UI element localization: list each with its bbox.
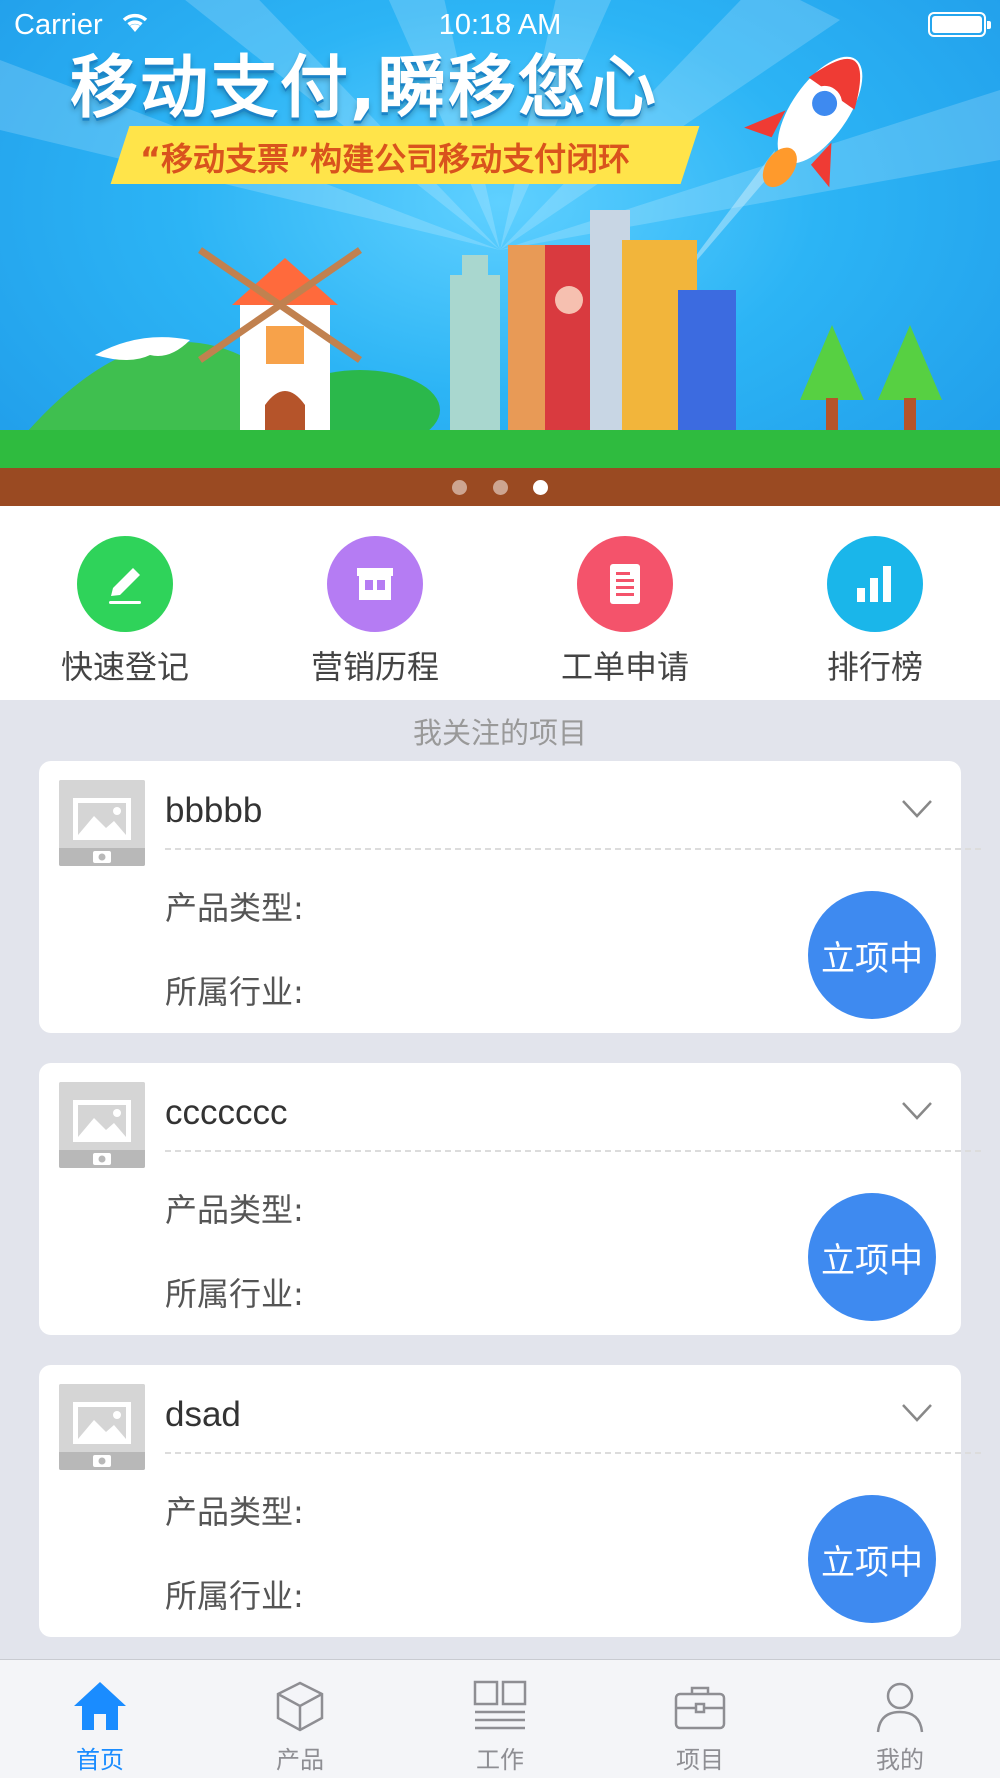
- briefcase-icon: [674, 1686, 726, 1730]
- quick-action-ranking[interactable]: 排行榜: [775, 536, 975, 688]
- tab-label: 项目: [676, 1746, 724, 1774]
- tab-projects[interactable]: 项目: [600, 1678, 800, 1775]
- status-badge: 立项中: [808, 1193, 936, 1321]
- battery-icon: [928, 12, 991, 37]
- promo-banner[interactable]: Carrier 10:18 AM 移动支付,瞬移您心 “移动支票”构建公司移动支…: [0, 0, 1000, 506]
- tab-label: 产品: [276, 1746, 324, 1774]
- person-icon: [876, 1682, 924, 1733]
- product-type-label: 产品类型:: [165, 889, 304, 927]
- tab-work[interactable]: 工作: [400, 1678, 600, 1775]
- image-placeholder-icon: [59, 1384, 145, 1470]
- chevron-down-icon[interactable]: [901, 799, 933, 819]
- tab-bar: 首页 产品 工作 项目 我的: [0, 1659, 1000, 1778]
- quick-action-label: 营销历程: [310, 648, 439, 686]
- grid-icon: [473, 1680, 527, 1730]
- product-type-label: 产品类型:: [165, 1493, 304, 1531]
- project-name: dsad: [165, 1395, 241, 1434]
- industry-label: 所属行业:: [165, 1577, 304, 1615]
- project-card[interactable]: bbbbb 产品类型: 所属行业: 立项中: [39, 761, 981, 1033]
- quick-action-label: 快速登记: [60, 648, 189, 686]
- tab-home[interactable]: 首页: [0, 1678, 200, 1775]
- banner-headline: 移动支付,瞬移您心: [70, 49, 658, 128]
- carousel-dot-active[interactable]: [532, 480, 548, 495]
- chevron-down-icon[interactable]: [901, 1101, 933, 1121]
- quick-action-work-order[interactable]: 工单申请: [525, 536, 725, 688]
- tab-label: 我的: [876, 1746, 924, 1774]
- status-badge: 立项中: [808, 1495, 936, 1623]
- divider: [165, 1452, 981, 1454]
- carousel-dot[interactable]: [452, 480, 468, 495]
- banner-subline: “移动支票”构建公司移动支付闭环: [140, 140, 631, 178]
- pencil-icon: [77, 536, 173, 632]
- product-type-label: 产品类型:: [165, 1191, 304, 1229]
- quick-action-label: 工单申请: [560, 648, 689, 686]
- carousel-dot[interactable]: [492, 480, 508, 495]
- store-icon: [327, 536, 423, 632]
- bar-chart-icon: [827, 536, 923, 632]
- quick-action-marketing[interactable]: 营销历程: [275, 536, 475, 688]
- cube-icon: [276, 1681, 324, 1732]
- tab-label: 首页: [76, 1746, 124, 1774]
- tab-products[interactable]: 产品: [200, 1678, 400, 1775]
- image-placeholder-icon: [59, 1082, 145, 1168]
- project-name: ccccccc: [165, 1093, 288, 1132]
- image-placeholder-icon: [59, 780, 145, 866]
- divider: [165, 1150, 981, 1152]
- divider: [165, 848, 981, 850]
- status-badge: 立项中: [808, 891, 936, 1019]
- industry-label: 所属行业:: [165, 973, 304, 1011]
- tab-label: 工作: [476, 1746, 524, 1774]
- carousel-indicator[interactable]: [0, 480, 1000, 499]
- document-icon: [577, 536, 673, 632]
- project-card[interactable]: dsad 产品类型: 所属行业: 立项中: [39, 1365, 981, 1637]
- project-card[interactable]: ccccccc 产品类型: 所属行业: 立项中: [39, 1063, 981, 1335]
- chevron-down-icon[interactable]: [901, 1403, 933, 1423]
- quick-actions: 快速登记 营销历程 工单申请 排行榜: [0, 506, 1000, 700]
- home-icon: [74, 1682, 126, 1730]
- section-title: 我关注的项目: [412, 716, 587, 750]
- tab-me[interactable]: 我的: [800, 1678, 1000, 1775]
- quick-action-register[interactable]: 快速登记: [25, 536, 225, 688]
- project-name: bbbbb: [165, 791, 263, 830]
- industry-label: 所属行业:: [165, 1275, 304, 1313]
- quick-action-label: 排行榜: [826, 648, 923, 686]
